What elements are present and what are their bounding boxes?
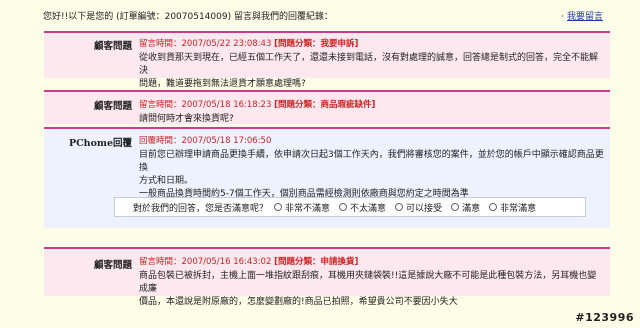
entry-label: PChome回覆 [68, 138, 132, 149]
survey-question: 對於我們的回答，您是否滿意呢？ [133, 203, 269, 214]
message-entry: 顧客問題 留言時間：2007/05/16 16:43:02 [問題分類：申請換貨… [44, 247, 610, 307]
entry-content: 留言時間：2007/05/22 23:08:43 [問題分類：我要申訴] 從收到… [139, 37, 604, 91]
entry-line: 商品包裝已被拆封，主機上面一堆指紋跟刮痕，耳機用夾鏈袋裝!!這是據說大廠不可能是… [139, 271, 597, 294]
bullet-icon: · [561, 12, 564, 22]
entry-meta: 回覆時間：2007/05/18 17:06:50 [139, 134, 604, 146]
survey-option[interactable]: 不太滿意 [339, 201, 386, 214]
entry-label: 顧客問題 [93, 41, 132, 52]
intro-text: 您好!!以下是您的 (訂單編號：20070514009) 留言與我們的回覆紀錄： [43, 12, 333, 22]
entry-text: 請問何時才會來換貨呢? [139, 113, 604, 126]
entry-label: 顧客問題 [93, 101, 132, 112]
entry-text: 目前您已辦理申請商品更換手續，依申請次日起3個工作天內，我們將審核您的案件，並於… [139, 149, 604, 201]
radio-icon[interactable] [339, 203, 348, 211]
entry-time: 留言時間：2007/05/18 16:18:23 [139, 100, 272, 110]
entry-time: 留言時間：2007/05/22 23:08:43 [139, 39, 272, 49]
page-header: 您好!!以下是您的 (訂單編號：20070514009) 留言與我們的回覆紀錄：… [43, 9, 603, 23]
satisfaction-survey: 對於我們的回答，您是否滿意呢？ 非常不滿意 不太滿意 可以接受 滿意 非常滿意 [114, 197, 586, 217]
radio-icon[interactable] [489, 203, 498, 211]
radio-icon[interactable] [395, 203, 404, 211]
entry-category: [問題分類：我要申訴] [274, 39, 359, 49]
reply-entry: PChome回覆 回覆時間：2007/05/18 17:06:50 目前您已辦理… [44, 127, 610, 228]
entry-line: 目前您已辦理申請商品更換手續，依申請次日起3個工作天內，我們將審核您的案件，並於… [139, 150, 604, 173]
entry-meta: 留言時間：2007/05/16 16:43:02 [問題分類：申請換貨] [139, 255, 604, 267]
entry-line: 從收到貨那天到現在，已經五個工作天了，還還未接到電話，沒有對處理的誠意，回答總是… [139, 53, 599, 76]
entry-text: 從收到貨那天到現在，已經五個工作天了，還還未接到電話，沒有對處理的誠意，回答總是… [139, 52, 604, 91]
entry-text: 商品包裝已被拆封，主機上面一堆指紋跟刮痕，耳機用夾鏈袋裝!!這是據說大廠不可能是… [139, 270, 604, 309]
entry-category: [問題分類：商品瑕疵缺件] [274, 100, 376, 110]
entry-content: 回覆時間：2007/05/18 17:06:50 目前您已辦理申請商品更換手續，… [139, 134, 604, 201]
leave-message-link[interactable]: 我要留言 [567, 12, 603, 22]
entry-content: 留言時間：2007/05/18 16:18:23 [問題分類：商品瑕疵缺件] 請… [139, 98, 604, 126]
message-entry: 顧客問題 留言時間：2007/05/22 23:08:43 [問題分類：我要申訴… [44, 31, 610, 89]
entry-label: 顧客問題 [93, 260, 132, 271]
survey-option[interactable]: 非常滿意 [489, 201, 536, 214]
entry-line: 價品，本還說是附原廠的，怎麼變劃廠的!商品已拍照，希望貴公司不要因小失大 [139, 297, 458, 307]
watermark: #123996 [575, 311, 634, 324]
entry-line: 方式和日期。 [139, 176, 194, 186]
entry-content: 留言時間：2007/05/16 16:43:02 [問題分類：申請換貨] 商品包… [139, 255, 604, 309]
entry-line: 請問何時才會來換貨呢? [139, 114, 234, 124]
radio-icon[interactable] [451, 203, 460, 211]
entry-time: 回覆時間：2007/05/18 17:06:50 [139, 136, 272, 146]
entry-meta: 留言時間：2007/05/18 16:18:23 [問題分類：商品瑕疵缺件] [139, 98, 604, 110]
entry-time: 留言時間：2007/05/16 16:43:02 [139, 257, 272, 267]
survey-option[interactable]: 滿意 [451, 201, 480, 214]
radio-icon[interactable] [274, 203, 283, 211]
message-entry: 顧客問題 留言時間：2007/05/18 16:18:23 [問題分類：商品瑕疵… [44, 90, 610, 124]
survey-option[interactable]: 非常不滿意 [274, 201, 330, 214]
entry-category: [問題分類：申請換貨] [274, 257, 359, 267]
survey-option[interactable]: 可以接受 [395, 201, 442, 214]
entry-meta: 留言時間：2007/05/22 23:08:43 [問題分類：我要申訴] [139, 37, 604, 49]
reply-link-wrap: · 我要留言 [561, 9, 603, 22]
